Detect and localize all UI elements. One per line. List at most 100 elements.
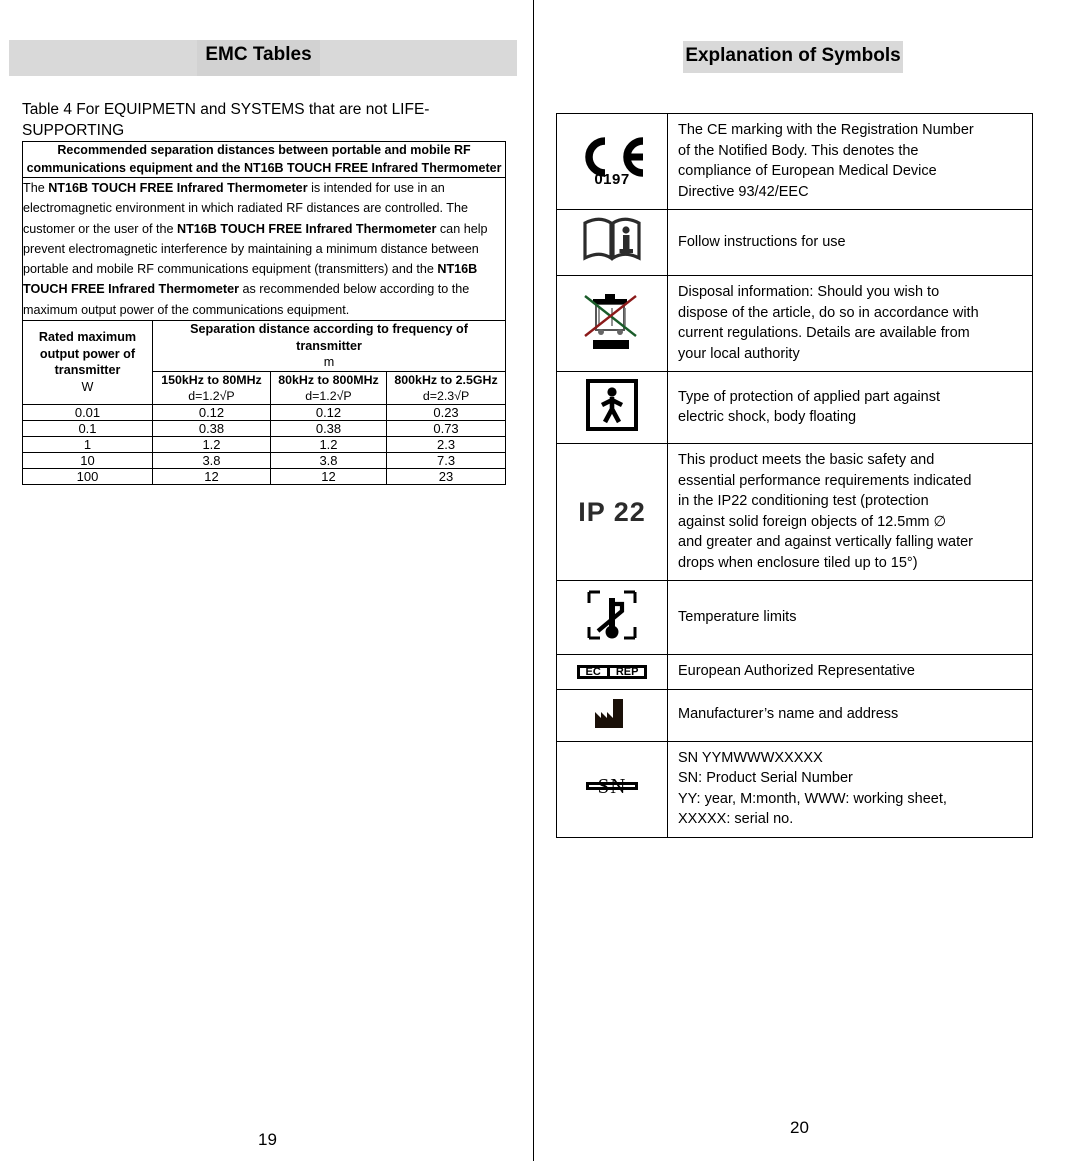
freq-range-2: 80kHz to 800MHz xyxy=(278,372,379,387)
symbol-description-line: Disposal information: Should you wish to xyxy=(678,284,940,300)
col-header-line3: transmitter xyxy=(54,363,121,378)
symbol-description-line: dispose of the article, do so in accorda… xyxy=(678,304,979,321)
symbol-description-line: Manufacturer’s name and address xyxy=(678,706,899,723)
table-caption: Table 4 For EQUIPMETN and SYSTEMS that a… xyxy=(22,101,430,139)
cell-rated-power: 10 xyxy=(22,451,153,469)
symbol-description-line: YY: year, M:month, WWW: working sheet, xyxy=(678,790,947,807)
symbol-row: Type of protection of applied part again… xyxy=(556,371,1033,444)
cell-rated-power: 0.1 xyxy=(22,419,153,437)
page-number-left: 19 xyxy=(258,1130,277,1149)
symbol-description-line: in the IP22 conditioning test (protectio… xyxy=(678,493,929,509)
symbol-description-line: XXXXX: serial no. xyxy=(678,811,794,827)
page-title-explanation-of-symbols: Explanation of Symbols xyxy=(685,45,901,66)
instructions-manual-icon xyxy=(581,216,643,264)
symbol-description-cell: SN YYMWWWXXXXX SN: Product Serial Number Y… xyxy=(667,740,1033,838)
table-row: 0.01 0.12 0.12 0.23 xyxy=(22,403,507,421)
table-title-cell: Recommended separation distances between… xyxy=(21,141,507,178)
page-title-emc-tables: EMC Tables xyxy=(205,44,312,65)
symbol-description-cell: Follow instructions for use xyxy=(667,209,1033,276)
symbol-row: Disposal information: Should you wish to… xyxy=(556,275,1033,372)
ip22-label: IP 22 xyxy=(578,496,646,527)
freq-header-150khz-80mhz: 150kHz to 80MHz d=1.2√P xyxy=(152,370,271,405)
temperature-limits-icon xyxy=(584,587,640,643)
weee-crossed-bin-icon xyxy=(579,290,645,352)
symbol-description-line: The CE marking with the Registration Num… xyxy=(678,122,974,138)
cell-distance-3: 23 xyxy=(385,467,507,485)
cell-distance-1: 0.12 xyxy=(152,403,271,421)
symbol-description-line: electric shock, body floating xyxy=(678,409,857,425)
cell-distance-2: 1.2 xyxy=(270,435,387,453)
ec-label: EC xyxy=(585,665,601,678)
cell-distance-3: 7.3 xyxy=(385,451,507,469)
col-header-line2: output power of xyxy=(39,346,136,361)
table-row: 1 1.2 1.2 2.3 xyxy=(22,435,507,453)
rep-label: REP xyxy=(606,666,645,677)
symbol-description-cell: Temperature limits xyxy=(667,580,1033,655)
symbol-row: 0197 The CE marking with the Registration… xyxy=(556,113,1033,210)
span-header-line1: Separation distance according to frequen… xyxy=(190,322,468,337)
span-header-unit-m: m xyxy=(323,355,335,370)
ce-marking-icon: 0197 xyxy=(575,135,649,187)
symbol-icon-cell: EC REP xyxy=(556,654,668,690)
device-name-emphasis: NT16B TOUCH FREE Infrared Thermometer xyxy=(177,221,437,236)
col-header-line1: Rated maximum xyxy=(38,330,137,345)
symbol-description-line: European Authorized Representative xyxy=(678,663,915,679)
cell-distance-3: 0.23 xyxy=(385,403,507,421)
symbol-row: SN SN YYMWWWXXXXX SN: Product Serial Numbe… xyxy=(556,740,1033,838)
freq-formula-1: d=1.2√P xyxy=(188,388,235,403)
cell-distance-1: 0.38 xyxy=(152,419,271,437)
freq-header-80khz-800mhz: 80kHz to 800MHz d=1.2√P xyxy=(270,370,387,405)
symbol-row: IP 22 This product meets the basic safety… xyxy=(556,443,1033,581)
manufacturer-factory-icon xyxy=(592,696,632,730)
symbol-description-cell: Manufacturer’s name and address xyxy=(667,688,1033,742)
cell-distance-1: 1.2 xyxy=(152,435,271,453)
symbol-description-line: drops when enclosure tiled up to 15°) xyxy=(678,554,918,571)
symbol-description-cell: European Authorized Representative xyxy=(667,654,1033,690)
symbol-icon-cell xyxy=(556,371,668,444)
symbol-row: Follow instructions for use xyxy=(556,209,1033,276)
cell-distance-3: 0.73 xyxy=(385,419,507,437)
freq-formula-2: d=1.2√P xyxy=(305,388,352,403)
device-name-emphasis: NT16B TOUCH FREE Infrared Thermometer xyxy=(48,181,308,195)
table-row-header: Recommended separation distances between… xyxy=(21,141,507,178)
emc-separation-distance-table: Recommended separation distances between… xyxy=(21,141,507,485)
symbol-icon-cell xyxy=(556,209,668,276)
symbol-row: EC REP European Authorized Representative xyxy=(556,654,1033,690)
cell-distance-1: 12 xyxy=(152,467,271,485)
table-row-description: The NT16B TOUCH FREE Infrared Thermomete… xyxy=(21,176,507,322)
cell-distance-2: 3.8 xyxy=(270,451,387,469)
ec-rep-icon: EC REP xyxy=(576,664,648,679)
freq-formula-3: d=2.3√P xyxy=(422,388,470,403)
table-description-cell: The NT16B TOUCH FREE Infrared Thermomete… xyxy=(21,176,507,322)
freq-header-800khz-25ghz: 800kHz to 2.5GHz d=2.3√P xyxy=(385,370,507,405)
table-row: 100 12 12 23 xyxy=(22,467,507,485)
symbol-row: Temperature limits xyxy=(556,580,1033,655)
ip22-rating-icon: IP 22 xyxy=(578,496,646,527)
symbol-description-line: of the Notified Body. This denotes the xyxy=(678,142,919,159)
freq-range-3: 800kHz to 2.5GHz xyxy=(394,372,498,387)
cell-distance-2: 0.12 xyxy=(270,403,387,421)
symbol-description-cell: The CE marking with the Registration Num… xyxy=(667,113,1033,210)
table-row: 10 3.8 3.8 7.3 xyxy=(22,451,507,469)
symbol-description-cell: Disposal information: Should you wish to… xyxy=(667,275,1033,372)
col-header-separation-distance: Separation distance according to frequen… xyxy=(151,320,507,372)
col-header-rated-power: Rated maximum output power of transmitte… xyxy=(22,320,153,405)
symbol-icon-cell xyxy=(556,275,668,372)
symbol-icon-cell: 0197 xyxy=(556,113,668,210)
page-number-right: 20 xyxy=(790,1118,809,1137)
emc-data-rows: 0.01 0.12 0.12 0.23 0.1 0.38 0.38 0.73 1 1.2 1.2 2.… xyxy=(22,403,507,485)
col-header-unit-w: W xyxy=(81,379,94,394)
symbol-description-line: your local authority xyxy=(678,345,800,362)
symbol-description-line: SN YYMWWWXXXXX xyxy=(678,749,823,766)
description-text: The xyxy=(23,181,49,195)
symbol-description-line: This product meets the basic safety and xyxy=(678,452,935,468)
symbol-description-line: Follow instructions for use xyxy=(678,233,846,250)
symbol-description-line: compliance of European Medical Device xyxy=(678,163,937,179)
symbol-description-cell: This product meets the basic safety and e… xyxy=(667,443,1033,581)
sn-label: SN xyxy=(585,776,639,797)
symbol-description-cell: Type of protection of applied part again… xyxy=(667,371,1033,444)
symbol-icon-cell xyxy=(556,688,668,742)
symbol-description-line: against solid foreign objects of 12.5mm … xyxy=(678,513,947,530)
cell-distance-2: 12 xyxy=(270,467,387,485)
symbol-description-line: and greater and against vertically falli… xyxy=(678,534,973,550)
